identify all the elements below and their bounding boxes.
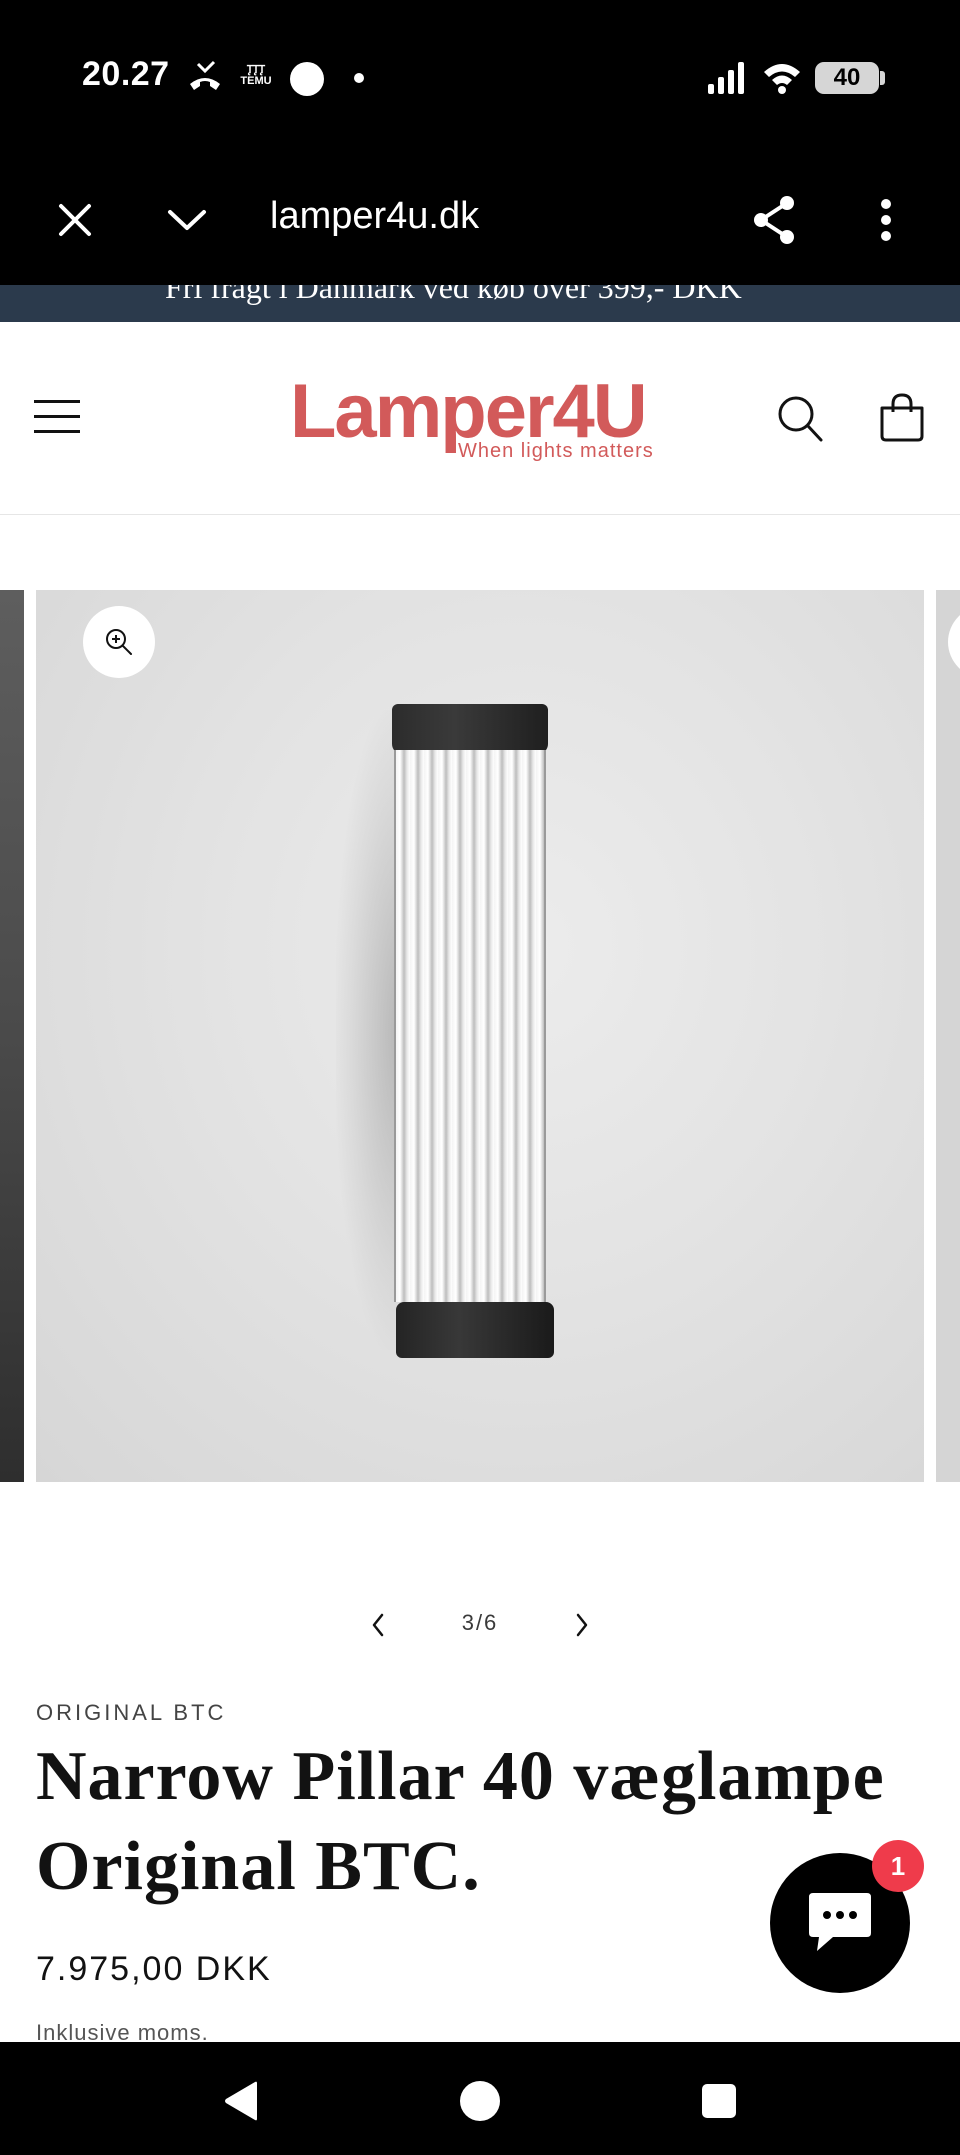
chevron-right-icon (576, 1613, 588, 1637)
logo[interactable]: Lamper4U When lights matters (290, 369, 670, 462)
chat-notification-badge: 1 (872, 1840, 924, 1892)
recents-icon (702, 2084, 736, 2118)
menu-button[interactable] (34, 394, 80, 438)
system-navigation-bar (0, 2042, 960, 2155)
product-price: 7.975,00 DKK (36, 1950, 272, 1988)
home-icon (460, 2081, 500, 2121)
slider-next-button[interactable] (562, 1605, 602, 1645)
missed-call-icon (190, 60, 220, 90)
slider-prev-button[interactable] (358, 1605, 398, 1645)
cart-icon[interactable] (878, 392, 926, 444)
lamp-glass (394, 750, 546, 1302)
nav-back-button[interactable] (216, 2076, 266, 2126)
menu-icon-line (34, 415, 80, 418)
search-icon[interactable] (776, 394, 824, 444)
product-vendor: ORIGINAL BTC (36, 1700, 227, 1725)
close-button[interactable] (50, 195, 100, 245)
announcement-text: Fri fragt i Danmark ved køb over 399,- D… (165, 285, 742, 305)
record-dot-icon (290, 62, 324, 96)
product-gallery (0, 590, 960, 1482)
zoom-button[interactable] (83, 606, 155, 678)
close-icon (59, 204, 91, 236)
logo-tagline: When lights matters (458, 440, 654, 462)
status-bar: 20.27 ꚐꚐꚐ TEMU 40 (0, 0, 960, 155)
site-header: Lamper4U When lights matters (0, 322, 960, 515)
back-icon (225, 2081, 257, 2121)
menu-icon-line (34, 430, 80, 433)
url-text[interactable]: lamper4u.dk (270, 195, 479, 238)
share-icon (754, 196, 794, 244)
nav-home-button[interactable] (455, 2076, 505, 2126)
battery-tip (880, 71, 885, 85)
chevron-left-icon (372, 1613, 384, 1637)
announcement-bar: Fri fragt i Danmark ved køb over 399,- D… (0, 285, 960, 322)
product-image[interactable] (36, 590, 924, 1482)
chat-bubble-icon (809, 1893, 871, 1951)
previous-slide-peek[interactable] (0, 590, 24, 1482)
more-options-button[interactable] (868, 191, 904, 249)
slider-controls: 3/6 (340, 1600, 620, 1650)
wifi-icon (764, 64, 800, 94)
status-time: 20.27 (82, 55, 170, 93)
chevron-down-icon (168, 210, 206, 230)
signal-icon (708, 62, 744, 94)
more-vert-icon (881, 199, 891, 241)
share-button[interactable] (748, 191, 800, 249)
slider-counter: 3/6 (461, 1610, 499, 1635)
collapse-button[interactable] (162, 195, 212, 245)
lamp-bottom-cap (396, 1302, 554, 1358)
nav-recents-button[interactable] (694, 2076, 744, 2126)
menu-icon (34, 400, 80, 403)
zoom-in-icon (106, 629, 132, 655)
temu-notification-icon: ꚐꚐꚐ TEMU (238, 65, 274, 87)
battery-icon: 40 (815, 62, 879, 94)
small-dot-icon (354, 73, 364, 83)
browser-toolbar: lamper4u.dk (0, 155, 960, 285)
next-slide-peek[interactable] (936, 590, 960, 1482)
lamp-top-cap (392, 704, 548, 754)
temu-line2: TEMU (240, 75, 272, 87)
